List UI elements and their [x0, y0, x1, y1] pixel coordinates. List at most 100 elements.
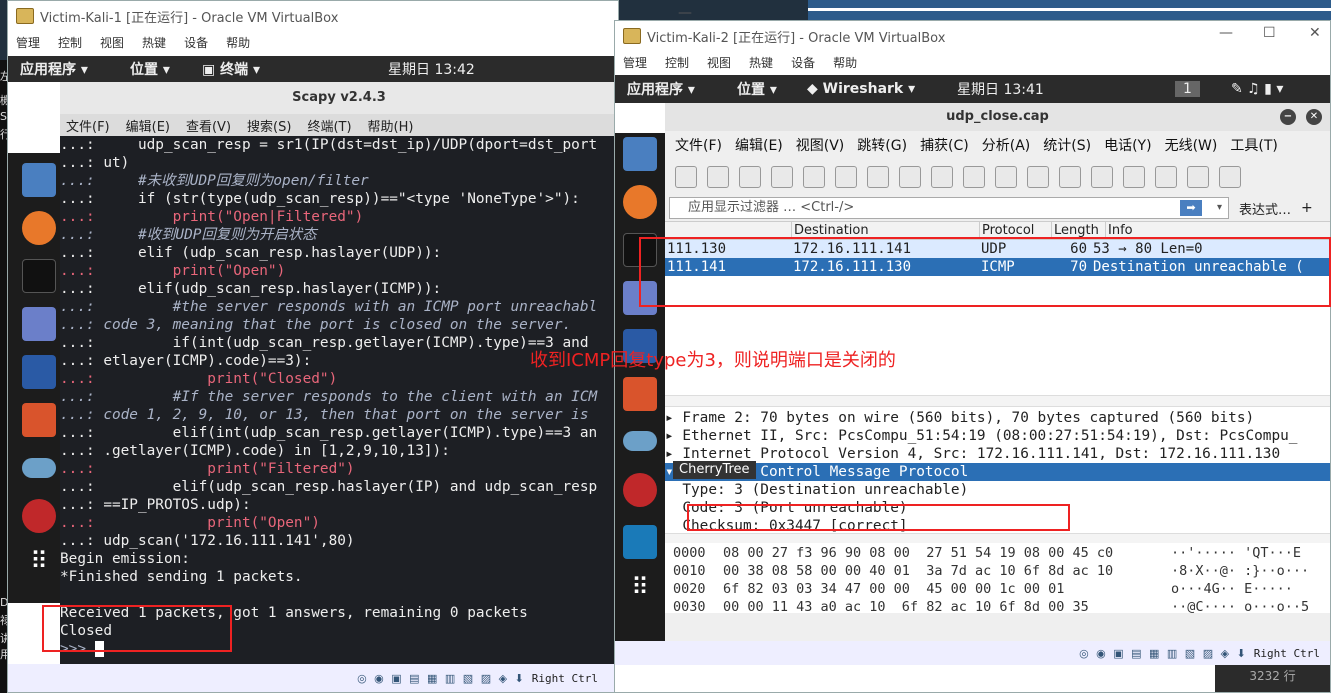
display-filter-input[interactable]: 应用显示过滤器 … <Ctrl-/> ➡ ▾ — [669, 197, 1229, 219]
clock[interactable]: 星期日 13:42 — [388, 59, 475, 79]
vm1-host-key: Right Ctrl — [531, 671, 598, 685]
ws-menu-analyze[interactable]: 分析(A) — [982, 135, 1031, 155]
capture-options-icon[interactable] — [771, 166, 793, 188]
maximize-icon[interactable]: ☐ — [1263, 25, 1276, 41]
vm2-menu-devices[interactable]: 设备 — [791, 54, 815, 71]
firefox-icon[interactable] — [22, 211, 56, 245]
terminal-menu[interactable]: ▣ 终端 ▾ — [202, 59, 260, 79]
vm1-menu-view[interactable]: 视图 — [100, 34, 124, 51]
hex-row[interactable]: 0000 08 00 27 f3 96 90 08 00 27 51 54 19 … — [665, 545, 1330, 563]
first-packet-icon[interactable] — [1059, 166, 1081, 188]
colorize-icon[interactable] — [1155, 166, 1177, 188]
detail-frame[interactable]: ▸ Frame 2: 70 bytes on wire (560 bits), … — [665, 409, 1330, 427]
firefox-icon[interactable] — [623, 185, 657, 219]
term-menu-view[interactable]: 查看(V) — [186, 116, 231, 135]
ws-menu-telephony[interactable]: 电话(Y) — [1104, 135, 1151, 155]
forward-icon[interactable] — [995, 166, 1017, 188]
vm2-menu-help[interactable]: 帮助 — [833, 54, 857, 71]
ws-minimize-icon[interactable]: − — [1280, 109, 1296, 125]
minimize-icon[interactable]: — — [678, 5, 692, 21]
vm2-menu-manage[interactable]: 管理 — [623, 54, 647, 71]
ws-close-icon[interactable]: ✕ — [1306, 109, 1322, 125]
restart-capture-icon[interactable] — [739, 166, 761, 188]
apply-filter-icon[interactable]: ➡ — [1180, 200, 1202, 216]
metasploit-icon[interactable] — [22, 355, 56, 389]
vm1-menu-hotkey[interactable]: 热键 — [142, 34, 166, 51]
detail-icmp[interactable]: ▾ Internet Control Message Protocol — [665, 463, 1330, 481]
detail-ip[interactable]: ▸ Internet Protocol Version 4, Src: 172.… — [665, 445, 1330, 463]
terminal-icon[interactable] — [22, 259, 56, 293]
editor-icon[interactable] — [22, 307, 56, 341]
terminal-output[interactable]: ...: udp_scan_resp = sr1(IP(dst=dst_ip)/… — [60, 136, 618, 664]
ws-menu-wireless[interactable]: 无线(W) — [1165, 135, 1218, 155]
ws-menu-view[interactable]: 视图(V) — [796, 135, 845, 155]
ws-menu-tools[interactable]: 工具(T) — [1230, 135, 1277, 155]
reload-icon[interactable] — [899, 166, 921, 188]
ws-menu-go[interactable]: 跳转(G) — [857, 135, 907, 155]
stop-capture-icon[interactable] — [707, 166, 729, 188]
term-menu-file[interactable]: 文件(F) — [66, 116, 110, 135]
add-filter-icon[interactable]: + — [1301, 200, 1313, 216]
packet-list-scrollbar[interactable] — [665, 395, 1330, 407]
autoscroll-icon[interactable] — [1123, 166, 1145, 188]
ws-menu-file[interactable]: 文件(F) — [675, 135, 722, 155]
hex-row[interactable]: 0010 00 38 08 58 00 00 40 01 3a 7d ac 10 … — [665, 563, 1330, 581]
last-packet-icon[interactable] — [1091, 166, 1113, 188]
detail-icmp-type[interactable]: Type: 3 (Destination unreachable) — [665, 481, 1330, 499]
zoom-out-icon[interactable] — [1219, 166, 1241, 188]
wireshark-menu[interactable]: ◆ Wireshark ▾ — [807, 81, 915, 97]
hex-row[interactable]: 0020 6f 82 03 03 34 47 00 00 45 00 00 1c … — [665, 581, 1330, 599]
term-menu-help[interactable]: 帮助(H) — [368, 116, 414, 135]
term-line: ...: elif (udp_scan_resp.haslayer(UDP)): — [60, 245, 442, 261]
cherrytree-icon[interactable] — [623, 473, 657, 507]
places-menu[interactable]: 位置 ▾ — [737, 79, 777, 99]
term-menu-terminal[interactable]: 终端(T) — [307, 116, 351, 135]
back-icon[interactable] — [963, 166, 985, 188]
system-tray-icons[interactable]: ✎ ♫ ▮ ▾ — [1231, 81, 1283, 97]
ws-menu-statistics[interactable]: 统计(S) — [1043, 135, 1091, 155]
workspace-indicator[interactable]: 1 — [1175, 81, 1200, 97]
places-menu[interactable]: 位置 ▾ — [130, 59, 170, 79]
cherrytree-icon[interactable] — [22, 499, 56, 533]
term-line: ...: #the server responds with an ICMP p… — [60, 299, 598, 315]
show-apps-icon[interactable]: ⠿ — [22, 547, 56, 581]
eye-icon[interactable] — [22, 458, 56, 478]
ws-menu-edit[interactable]: 编辑(E) — [735, 135, 783, 155]
save-file-icon[interactable] — [835, 166, 857, 188]
vm1-menu-help[interactable]: 帮助 — [226, 34, 250, 51]
vm2-menu-control[interactable]: 控制 — [665, 54, 689, 71]
close-file-icon[interactable] — [867, 166, 889, 188]
detail-ethernet[interactable]: ▸ Ethernet II, Src: PcsCompu_51:54:19 (0… — [665, 427, 1330, 445]
ws-menu-capture[interactable]: 捕获(C) — [920, 135, 969, 155]
apps-menu[interactable]: 应用程序 ▾ — [20, 59, 88, 79]
apps-menu[interactable]: 应用程序 ▾ — [627, 79, 695, 99]
clock[interactable]: 星期日 13:41 — [957, 79, 1044, 99]
goto-icon[interactable] — [1027, 166, 1049, 188]
term-line: ...: print("Open") — [60, 263, 286, 279]
term-line: ...: print("Open|Filtered") — [60, 209, 364, 225]
open-file-icon[interactable] — [803, 166, 825, 188]
show-apps-icon[interactable]: ⠿ — [623, 573, 657, 607]
hex-row[interactable]: 0030 00 00 11 43 a0 ac 10 6f 82 ac 10 6f … — [665, 599, 1330, 613]
wireshark-icon[interactable] — [623, 525, 657, 559]
burpsuite-icon[interactable] — [22, 403, 56, 437]
vm2-menu-view[interactable]: 视图 — [707, 54, 731, 71]
vm2-menu-hotkey[interactable]: 热键 — [749, 54, 773, 71]
start-capture-icon[interactable] — [675, 166, 697, 188]
files-icon[interactable] — [623, 137, 657, 171]
find-icon[interactable] — [931, 166, 953, 188]
files-icon[interactable] — [22, 163, 56, 197]
term-line: ...: #If the server responds to the clie… — [60, 389, 598, 405]
eye-icon[interactable] — [623, 431, 657, 451]
zoom-in-icon[interactable] — [1187, 166, 1209, 188]
vm1-menu-control[interactable]: 控制 — [58, 34, 82, 51]
vm1-menu-manage[interactable]: 管理 — [16, 34, 40, 51]
term-menu-edit[interactable]: 编辑(E) — [126, 116, 170, 135]
vm1-menu-devices[interactable]: 设备 — [184, 34, 208, 51]
close-icon[interactable]: ✕ — [1309, 25, 1321, 41]
expression-button[interactable]: 表达式… — [1239, 199, 1291, 218]
term-menu-search[interactable]: 搜索(S) — [247, 116, 291, 135]
burpsuite-icon[interactable] — [623, 377, 657, 411]
filter-dropdown-icon[interactable]: ▾ — [1217, 198, 1222, 218]
minimize-icon[interactable]: — — [1219, 25, 1233, 41]
